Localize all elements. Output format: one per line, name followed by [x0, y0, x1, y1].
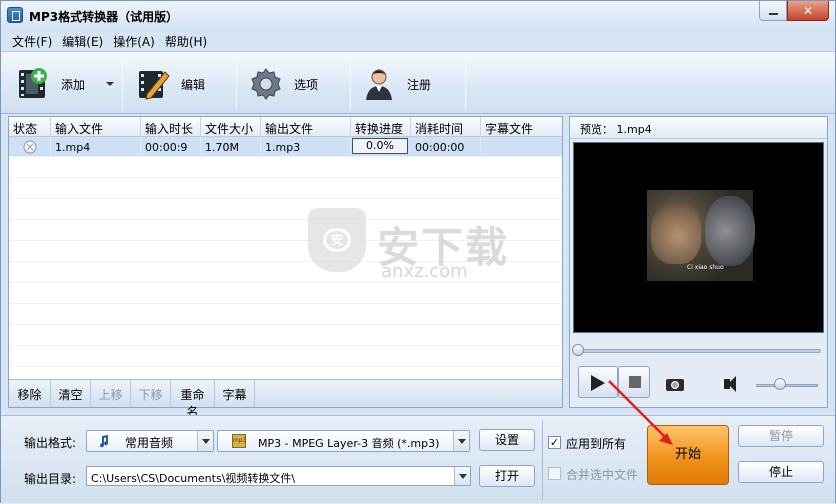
merge-checkbox[interactable] — [548, 467, 561, 480]
stop-button[interactable]: 停止 — [738, 461, 824, 483]
empty-row — [9, 347, 562, 367]
list-action-bar: 移除 清空 上移 下移 重命名 字幕 — [9, 379, 562, 419]
col-input-duration[interactable]: 输入时长 — [141, 117, 201, 137]
apply-all-checkbox[interactable]: ✓ — [548, 436, 561, 449]
open-folder-button[interactable]: 打开 — [479, 465, 535, 487]
title-bar: MP3格式转换器（试用版） ✕ — [1, 1, 835, 31]
close-button[interactable]: ✕ — [787, 1, 829, 21]
subtitle-button[interactable]: 字幕 — [215, 380, 255, 407]
options-label: 选项 — [294, 77, 319, 92]
format-value: MP3 - MPEG Layer-3 音频 (*.mp3) — [258, 437, 440, 450]
output-dir-value: C:\Users\CS\Documents\视频转换文件\ — [91, 472, 296, 485]
merge-label: 合并选中文件 — [566, 468, 639, 482]
cell-size: 1.70M — [201, 137, 261, 157]
empty-row — [9, 158, 562, 178]
preview-panel: 预览： 1.mp4 Ci xiao shuo — [569, 116, 828, 408]
volume-slider[interactable] — [756, 384, 818, 387]
bottom-panel: 输出格式: 常用音频 mp3 MP3 - MPEG Layer-3 音频 (*.… — [1, 415, 835, 503]
settings-button[interactable]: 设置 — [479, 429, 535, 451]
music-note-icon — [100, 435, 109, 448]
cell-progress: 0.0% — [352, 138, 408, 154]
format-category-select[interactable]: 常用音频 — [86, 430, 214, 452]
app-window: MP3格式转换器（试用版） ✕ 文件(F) 编辑(E) 操作(A) 帮助(H) … — [0, 0, 836, 503]
preview-label: 预览： 1.mp4 — [570, 117, 827, 139]
stop-icon — [629, 376, 641, 388]
add-button[interactable]: 添加 — [15, 56, 101, 112]
cell-output-file: 1.mp3 — [261, 137, 351, 157]
col-input-file[interactable]: 输入文件 — [51, 117, 141, 137]
chevron-down-icon — [106, 82, 114, 86]
start-button[interactable]: 开始 — [647, 425, 729, 485]
rename-button[interactable]: 重命名 — [171, 380, 215, 419]
menu-edit[interactable]: 编辑(E) — [57, 31, 108, 51]
move-up-button[interactable]: 上移 — [91, 380, 131, 407]
apply-all-label: 应用到所有 — [566, 437, 627, 451]
col-elapsed[interactable]: 消耗时间 — [411, 117, 481, 137]
menu-file[interactable]: 文件(F) — [7, 31, 57, 51]
close-icon: ✕ — [802, 3, 814, 18]
empty-row — [9, 284, 562, 304]
register-button[interactable]: 注册 — [361, 56, 451, 112]
col-subtitle[interactable]: 字幕文件 — [481, 117, 562, 137]
gear-icon — [248, 66, 284, 102]
minimize-button[interactable] — [759, 1, 787, 21]
chevron-down-icon — [197, 431, 213, 451]
menu-bar: 文件(F) 编辑(E) 操作(A) 帮助(H) — [1, 31, 835, 51]
menu-help[interactable]: 帮助(H) — [160, 31, 212, 51]
register-label: 注册 — [407, 77, 432, 92]
col-status[interactable]: 状态 — [9, 117, 51, 137]
table-row[interactable]: 1.mp4 00:00:9 1.70M 1.mp3 0.0% 00:00:00 — [9, 137, 562, 157]
stop-playback-button[interactable] — [618, 366, 650, 398]
empty-row — [9, 326, 562, 346]
col-file-size[interactable]: 文件大小 — [201, 117, 261, 137]
col-progress[interactable]: 转换进度 — [351, 117, 411, 137]
snapshot-camera-icon[interactable] — [666, 379, 684, 391]
remove-button[interactable]: 移除 — [9, 380, 51, 407]
film-add-icon — [15, 66, 51, 102]
pause-button[interactable]: 暂停 — [738, 425, 824, 447]
output-dir-label: 输出目录: — [24, 472, 77, 486]
format-category-value: 常用音频 — [125, 436, 174, 450]
cell-subtitle — [481, 137, 562, 157]
app-icon — [7, 7, 23, 23]
seek-handle[interactable] — [572, 344, 584, 356]
empty-row — [9, 305, 562, 325]
empty-row — [9, 179, 562, 199]
minimize-icon — [768, 12, 778, 15]
col-output-file[interactable]: 输出文件 — [261, 117, 351, 137]
user-icon — [361, 66, 397, 102]
watermark-shield-icon: 安 — [308, 208, 366, 272]
chevron-down-icon — [454, 467, 470, 485]
move-down-button[interactable]: 下移 — [131, 380, 171, 407]
cell-input-file: 1.mp4 — [51, 137, 141, 157]
volume-handle[interactable] — [774, 378, 786, 390]
add-dropdown-button[interactable] — [105, 56, 119, 112]
volume-speaker-icon[interactable] — [724, 376, 736, 392]
options-button[interactable]: 选项 — [248, 56, 338, 112]
toolbar: 添加 编辑 选项 注册 — [1, 51, 835, 114]
cell-duration: 00:00:9 — [141, 137, 201, 157]
add-label: 添加 — [61, 77, 86, 92]
play-icon — [591, 375, 605, 391]
menu-action[interactable]: 操作(A) — [108, 31, 160, 51]
mp3-file-icon: mp3 — [232, 434, 246, 448]
film-edit-icon — [135, 66, 171, 102]
output-dir-input[interactable]: C:\Users\CS\Documents\视频转换文件\ — [86, 466, 471, 486]
seek-bar[interactable] — [578, 349, 821, 353]
edit-label: 编辑 — [181, 77, 206, 92]
watermark-url: anxz.com — [381, 261, 468, 282]
video-preview: Ci xiao shuo — [573, 142, 824, 333]
play-button[interactable] — [578, 366, 618, 398]
video-frame: Ci xiao shuo — [647, 190, 755, 281]
output-format-label: 输出格式: — [24, 436, 77, 450]
video-subtitle-text: Ci xiao shuo — [687, 264, 724, 271]
edit-button[interactable]: 编辑 — [135, 56, 225, 112]
format-select[interactable]: mp3 MP3 - MPEG Layer-3 音频 (*.mp3) — [217, 430, 470, 452]
clear-button[interactable]: 清空 — [51, 380, 91, 407]
file-list-header: 状态 输入文件 输入时长 文件大小 输出文件 转换进度 消耗时间 字幕文件 — [9, 117, 562, 137]
cell-elapsed: 00:00:00 — [411, 137, 481, 157]
status-icon — [9, 137, 51, 157]
window-title: MP3格式转换器（试用版） — [29, 10, 179, 24]
chevron-down-icon — [453, 431, 469, 451]
